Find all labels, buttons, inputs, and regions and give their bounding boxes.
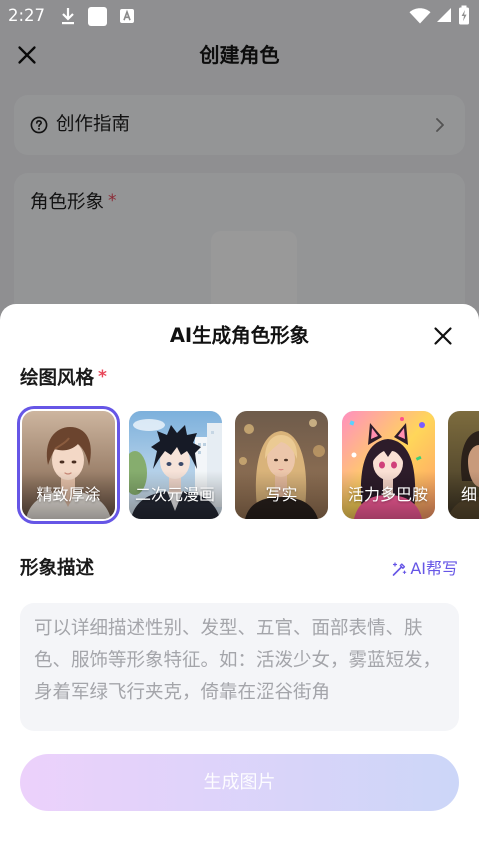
style-card[interactable]: 细 — [448, 411, 479, 519]
description-input[interactable] — [20, 603, 459, 731]
ai-help-write-label: AI帮写 — [410, 559, 458, 578]
battery-charging-icon — [458, 5, 470, 25]
wifi-icon — [409, 8, 431, 24]
style-card-label: 精致厚涂 — [36, 485, 101, 504]
signal-icon — [436, 7, 452, 23]
style-card[interactable]: 二次元漫画 — [128, 411, 222, 519]
a-notification-icon — [119, 8, 135, 24]
drawing-style-label: 绘图风格 — [20, 368, 95, 389]
style-card[interactable]: 精致厚涂 — [22, 411, 115, 519]
style-card-label: 细 — [461, 485, 478, 504]
description-label: 形象描述 — [20, 558, 95, 579]
drawing-style-heading: 绘图风格 * — [20, 367, 107, 391]
close-icon[interactable] — [433, 326, 453, 346]
magic-wand-icon — [391, 561, 407, 577]
ai-help-write-button[interactable]: AI帮写 — [391, 557, 458, 581]
app-notification-icon — [88, 7, 107, 26]
style-card-label: 活力多巴胺 — [347, 485, 428, 504]
status-bar: 2:27 — [0, 0, 479, 32]
status-time: 2:27 — [8, 6, 46, 25]
sheet-title: AI生成角色形象 — [169, 324, 310, 347]
required-mark: * — [98, 367, 107, 387]
style-card-label: 二次元漫画 — [134, 485, 215, 504]
generate-image-button[interactable]: 生成图片 — [20, 754, 459, 811]
style-card[interactable]: 写实 — [235, 411, 328, 519]
download-icon — [58, 6, 78, 26]
ai-generate-sheet: AI生成角色形象 绘图风格 * 精致厚涂 二次元漫画 写实 活力多巴胺 细 形象… — [0, 304, 479, 851]
style-card-label: 写实 — [265, 485, 298, 504]
style-card[interactable]: 活力多巴胺 — [341, 411, 435, 519]
style-carousel[interactable]: 精致厚涂 二次元漫画 写实 活力多巴胺 细 — [0, 406, 479, 524]
